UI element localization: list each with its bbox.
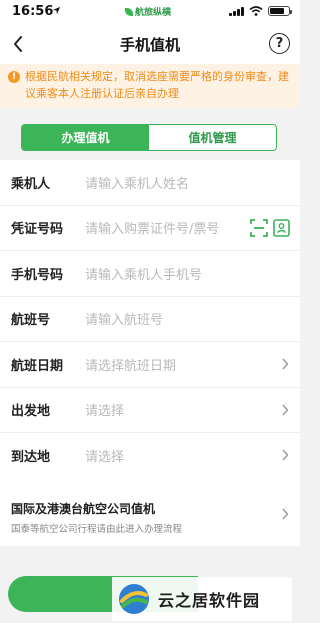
international-title: 国际及港澳台航空公司值机: [11, 502, 156, 516]
arrival-label: 到达地: [11, 449, 51, 465]
battery-icon: [268, 6, 292, 16]
phone-number-row[interactable]: 手机号码 请输入乘机人手机号: [0, 251, 300, 297]
nav-bar: 手机值机 ?: [0, 24, 300, 64]
departure-label: 出发地: [11, 404, 51, 420]
segmented-tabs: 办理值机 值机管理: [21, 124, 277, 151]
signal-icon: [229, 6, 244, 16]
flight-number-label: 航班号: [11, 313, 51, 329]
international-subtitle: 国泰等航空公司行程请由此进入办理流程: [11, 524, 183, 535]
watermark: 云之居软件园: [112, 577, 292, 621]
flight-date-row[interactable]: 航班日期 请选择航班日期: [0, 342, 300, 388]
chevron-right-icon: [282, 404, 289, 415]
location-arrow-icon: [52, 6, 61, 15]
certificate-number-input[interactable]: 请输入购票证件号/票号: [85, 218, 219, 237]
flight-date-label: 航班日期: [11, 358, 64, 374]
status-app-name: 航旅纵横: [135, 8, 172, 18]
arrival-select[interactable]: 请选择: [85, 446, 124, 465]
notice-banner: ! 根据民航相关规定，取消选座需要严格的身份审查，建议乘客本人注册认证后亲自办理: [0, 64, 300, 108]
status-bar: 16:56 航旅纵横: [0, 0, 300, 24]
departure-row[interactable]: 出发地 请选择: [0, 388, 300, 433]
flight-number-row[interactable]: 航班号 请输入航班号: [0, 297, 300, 342]
check-in-form: 乘机人 请输入乘机人姓名 凭证号码 请输入购票证件号/票号 手机号码 请输入乘机…: [0, 160, 300, 479]
flight-number-input[interactable]: 请输入航班号: [85, 309, 163, 328]
tab-check-in[interactable]: 办理值机: [22, 125, 149, 150]
watermark-logo-icon: [119, 584, 149, 614]
leaf-icon: [125, 7, 133, 16]
id-card-icon[interactable]: [273, 218, 290, 237]
chevron-right-icon: [282, 449, 289, 461]
chevron-right-icon: [282, 508, 289, 520]
help-button[interactable]: ?: [269, 33, 290, 54]
passenger-name-label: 乘机人: [11, 176, 51, 192]
status-time: 16:56: [12, 4, 54, 19]
certificate-number-row[interactable]: 凭证号码 请输入购票证件号/票号: [0, 206, 300, 251]
status-indicators: [229, 6, 292, 16]
tab-check-in-management[interactable]: 值机管理: [149, 125, 276, 150]
tabs-area: 办理值机 值机管理: [0, 108, 300, 160]
page-title: 手机值机: [119, 35, 180, 54]
wifi-icon: [249, 6, 263, 16]
help-icon: ?: [275, 36, 284, 51]
flight-date-select[interactable]: 请选择航班日期: [85, 355, 176, 374]
phone-number-input[interactable]: 请输入乘机人手机号: [85, 264, 202, 283]
passenger-name-row[interactable]: 乘机人 请输入乘机人姓名: [0, 160, 300, 206]
international-check-in-entry[interactable]: 国际及港澳台航空公司值机 国泰等航空公司行程请由此进入办理流程: [0, 478, 300, 546]
chevron-right-icon: [282, 358, 289, 370]
passenger-name-input[interactable]: 请输入乘机人姓名: [85, 173, 189, 192]
arrival-row[interactable]: 到达地 请选择: [0, 433, 300, 479]
notice-text: 根据民航相关规定，取消选座需要严格的身份审查，建议乘客本人注册认证后亲自办理: [25, 70, 289, 100]
status-app-indicator: 航旅纵横: [125, 5, 171, 18]
phone-number-label: 手机号码: [11, 267, 64, 283]
back-button[interactable]: [6, 32, 30, 56]
warning-icon: !: [8, 71, 20, 83]
scan-icon[interactable]: [250, 218, 268, 237]
watermark-text: 云之居软件园: [158, 591, 261, 610]
back-chevron-icon: [14, 36, 22, 52]
certificate-number-label: 凭证号码: [11, 222, 64, 238]
departure-select[interactable]: 请选择: [85, 400, 124, 419]
